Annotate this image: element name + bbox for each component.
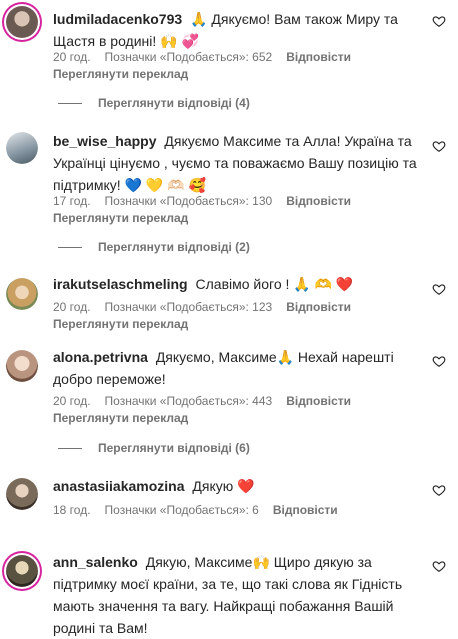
like-heart-icon[interactable] bbox=[432, 14, 446, 28]
like-heart-icon[interactable] bbox=[432, 139, 446, 153]
like-heart-icon[interactable] bbox=[432, 282, 446, 296]
avatar[interactable] bbox=[6, 478, 38, 510]
view-replies-label: Переглянути відповіді (6) bbox=[98, 441, 250, 455]
comment-body: anastasiiakamozina Дякую ❤️ bbox=[53, 475, 419, 497]
reply-button[interactable]: Відповісти bbox=[286, 394, 351, 408]
avatar[interactable] bbox=[6, 132, 38, 164]
translate-link[interactable]: Переглянути переклад bbox=[53, 211, 188, 225]
comment-username[interactable]: alona.petrivna bbox=[53, 349, 148, 365]
comment-time: 18 год. bbox=[53, 503, 91, 517]
comment-time: 20 год. bbox=[53, 394, 91, 408]
comment-time: 20 год. bbox=[53, 50, 91, 64]
avatar[interactable] bbox=[6, 6, 38, 38]
translate-link[interactable]: Переглянути переклад bbox=[53, 67, 188, 81]
like-heart-icon[interactable] bbox=[432, 354, 446, 368]
reply-button[interactable]: Відповісти bbox=[286, 50, 351, 64]
comment-meta: 17 год. Позначки «Подобається»: 130 Відп… bbox=[53, 194, 351, 208]
comment-likes[interactable]: Позначки «Подобається»: 130 bbox=[105, 194, 273, 208]
like-heart-icon[interactable] bbox=[432, 483, 446, 497]
translate-link[interactable]: Переглянути переклад bbox=[53, 411, 188, 425]
comment-meta: 20 год. Позначки «Подобається»: 652 Відп… bbox=[53, 50, 351, 64]
like-heart-icon[interactable] bbox=[432, 559, 446, 573]
avatar-image bbox=[6, 6, 38, 38]
comment-username[interactable]: be_wise_happy bbox=[53, 133, 157, 149]
reply-button[interactable]: Відповісти bbox=[286, 300, 351, 314]
avatar-image bbox=[6, 555, 38, 587]
comment-likes[interactable]: Позначки «Подобається»: 443 bbox=[105, 394, 273, 408]
view-replies-label: Переглянути відповіді (4) bbox=[98, 96, 250, 110]
avatar-image bbox=[6, 478, 38, 510]
avatar-image bbox=[6, 132, 38, 164]
view-replies-button[interactable]: Переглянути відповіді (2) bbox=[58, 240, 250, 254]
translate-link[interactable]: Переглянути переклад bbox=[53, 317, 188, 331]
reply-button[interactable]: Відповісти bbox=[286, 194, 351, 208]
replies-divider bbox=[58, 246, 82, 248]
view-replies-label: Переглянути відповіді (2) bbox=[98, 240, 250, 254]
comment-likes[interactable]: Позначки «Подобається»: 6 bbox=[105, 503, 259, 517]
reply-button[interactable]: Відповісти bbox=[273, 503, 338, 517]
comment-text: Славімо його ! 🙏 🫶 ❤️ bbox=[195, 276, 354, 292]
comment-likes[interactable]: Позначки «Подобається»: 123 bbox=[105, 300, 273, 314]
avatar-image bbox=[6, 350, 38, 382]
view-replies-button[interactable]: Переглянути відповіді (6) bbox=[58, 441, 250, 455]
comment-text: Дякую ❤️ bbox=[192, 478, 255, 494]
comment-time: 20 год. bbox=[53, 300, 91, 314]
comment-body: alona.petrivna Дякуємо, Максиме🙏 Нехай н… bbox=[53, 346, 419, 390]
comment-username[interactable]: irakutselaschmeling bbox=[53, 276, 188, 292]
comment-body: ann_salenko Дякую, Максиме🙌 Щиро дякую з… bbox=[53, 551, 419, 639]
avatar-image bbox=[6, 278, 38, 310]
comment-username[interactable]: anastasiiakamozina bbox=[53, 478, 185, 494]
comment-meta: 20 год. Позначки «Подобається»: 443 Відп… bbox=[53, 394, 351, 408]
replies-divider bbox=[58, 102, 82, 104]
comment-username[interactable]: ann_salenko bbox=[53, 554, 138, 570]
comment-meta: 20 год. Позначки «Подобається»: 123 Відп… bbox=[53, 300, 351, 314]
view-replies-button[interactable]: Переглянути відповіді (4) bbox=[58, 96, 250, 110]
comment-username[interactable]: ludmiladacenko793 bbox=[53, 11, 182, 27]
replies-divider bbox=[58, 447, 82, 449]
comment-body: irakutselaschmeling Славімо його ! 🙏 🫶 ❤… bbox=[53, 273, 419, 295]
avatar[interactable] bbox=[6, 350, 38, 382]
avatar[interactable] bbox=[6, 555, 38, 587]
comment-body: be_wise_happy Дякуємо Максиме та Алла! У… bbox=[53, 130, 419, 196]
comment-time: 17 год. bbox=[53, 194, 91, 208]
avatar[interactable] bbox=[6, 278, 38, 310]
comment-meta: 18 год. Позначки «Подобається»: 6 Відпов… bbox=[53, 503, 338, 517]
comment-likes[interactable]: Позначки «Подобається»: 652 bbox=[105, 50, 273, 64]
comment-body: ludmiladacenko793 🙏 Дякуємо! Вам також М… bbox=[53, 8, 419, 52]
